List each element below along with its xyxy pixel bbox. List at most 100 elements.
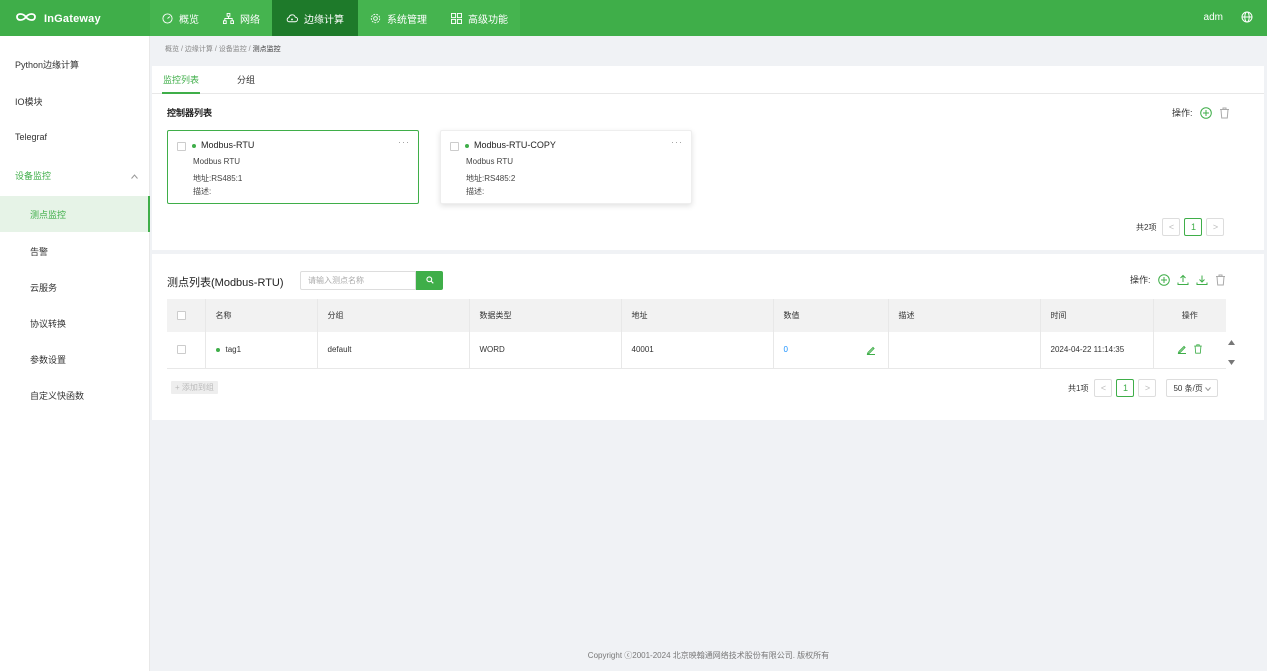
status-dot — [465, 144, 469, 148]
col-actions: 操作 — [1181, 311, 1198, 320]
user-menu[interactable]: adm — [1204, 12, 1223, 23]
select-all-cell — [167, 299, 206, 332]
points-table: 名称 分组 数据类型 地址 数值 描述 时间 操作 tag1 default W… — [167, 299, 1226, 369]
col-value[interactable]: 数值 — [773, 299, 889, 332]
next-page-button[interactable]: > — [1206, 218, 1225, 236]
prev-page-button[interactable]: < — [1162, 218, 1181, 236]
card-checkbox[interactable] — [450, 142, 459, 151]
tab-group[interactable]: 分组 — [237, 66, 255, 94]
card-name: Modbus-RTU — [201, 140, 255, 150]
scroll-down-icon[interactable] — [1228, 357, 1235, 367]
table-row: tag1 default WORD 40001 0 2024-04-22 11:… — [167, 332, 1226, 368]
page-1-button[interactable]: 1 — [1184, 218, 1203, 236]
status-dot — [215, 348, 220, 353]
cell-name: tag1 — [205, 332, 318, 368]
sidebar: Python边缘计算 IO模块 Telegraf 设备监控 测点监控 告警 云服… — [0, 36, 150, 671]
row-checkbox[interactable] — [177, 345, 186, 355]
point-search-input[interactable]: 请输入测点名称 — [300, 271, 416, 290]
card-address: 地址:RS485:2 — [466, 174, 516, 183]
sidebar-item-python[interactable]: Python边缘计算 — [0, 46, 150, 82]
cell-value: 0 — [773, 332, 889, 368]
globe-icon[interactable] — [1241, 11, 1253, 25]
breadcrumb-edge[interactable]: 边缘计算 — [185, 46, 213, 53]
col-description[interactable]: 描述 — [888, 299, 1041, 332]
gauge-icon — [162, 12, 173, 24]
controller-pager: 共2项 < 1 > — [1136, 218, 1225, 236]
add-to-group-button[interactable]: + 添加到组 — [171, 381, 218, 394]
nav-overview[interactable]: 概览 — [150, 0, 211, 36]
breadcrumb-sep: / — [214, 46, 217, 53]
delete-icon[interactable] — [1193, 344, 1203, 356]
sidebar-item-io[interactable]: IO模块 — [0, 83, 150, 119]
nav-network[interactable]: 网络 — [211, 0, 272, 36]
page-size-select[interactable]: 50 条/页 — [1166, 379, 1218, 397]
card-name: Modbus-RTU-COPY — [474, 140, 556, 150]
point-value-link[interactable]: 0 — [784, 345, 788, 354]
nav-edge-computing[interactable]: 边缘计算 — [272, 0, 358, 36]
points-list-title: 测点列表(Modbus-RTU) — [167, 277, 284, 289]
points-total: 共1项 — [1068, 383, 1089, 393]
cell-address: 40001 — [621, 332, 774, 368]
upload-icon[interactable] — [1177, 274, 1189, 286]
status-dot — [192, 144, 196, 148]
points-ops: 操作: — [1130, 273, 1226, 286]
search-button[interactable] — [416, 271, 443, 290]
prev-page-button[interactable]: < — [1094, 379, 1113, 397]
col-data-type[interactable]: 数据类型 — [469, 299, 622, 332]
sidebar-group-device-monitor[interactable]: 设备监控 — [0, 157, 150, 193]
breadcrumb-sep: / — [248, 46, 251, 53]
download-icon[interactable] — [1196, 274, 1208, 286]
tab-monitor-list[interactable]: 监控列表 — [162, 66, 201, 94]
col-time[interactable]: 时间 — [1040, 299, 1154, 332]
card-address: 地址:RS485:1 — [193, 174, 243, 183]
sidebar-item-custom-functions[interactable]: 自定义快函数 — [0, 377, 150, 413]
edit-value-icon[interactable] — [866, 345, 876, 357]
controller-ops-label: 操作: — [1172, 108, 1193, 118]
sidebar-item-telegraf[interactable]: Telegraf — [0, 119, 150, 155]
brand-logo[interactable]: InGateway — [14, 9, 134, 29]
next-page-button[interactable]: > — [1138, 379, 1157, 397]
tab-bar: 监控列表 分组 — [152, 66, 1264, 94]
breadcrumb-sep: / — [180, 46, 183, 53]
controller-list-title: 控制器列表 — [167, 108, 213, 118]
trash-icon[interactable] — [1219, 107, 1230, 119]
breadcrumb-overview[interactable]: 概览 — [165, 46, 179, 53]
controller-card[interactable]: Modbus-RTU-COPY ··· Modbus RTU 地址:RS485:… — [440, 130, 692, 204]
col-name[interactable]: 名称 — [205, 299, 318, 332]
card-description: 描述: — [466, 187, 485, 196]
add-circle-icon[interactable] — [1157, 273, 1170, 286]
breadcrumb-device-monitor[interactable]: 设备监控 — [219, 46, 247, 53]
chevron-down-icon — [1204, 384, 1211, 393]
nav-system-management[interactable]: 系统管理 — [358, 0, 439, 36]
more-icon[interactable]: ··· — [398, 137, 410, 147]
nav-edge-computing-label: 边缘计算 — [304, 14, 344, 26]
add-circle-icon[interactable] — [1199, 106, 1212, 119]
trash-icon[interactable] — [1215, 274, 1226, 286]
table-scrollbar[interactable] — [1226, 332, 1238, 368]
nav-overview-label: 概览 — [179, 14, 199, 26]
sidebar-item-protocol-conversion[interactable]: 协议转换 — [0, 305, 150, 341]
select-all-checkbox[interactable] — [177, 311, 186, 321]
card-checkbox[interactable] — [177, 142, 186, 151]
card-description: 描述: — [193, 187, 212, 196]
cloud-icon — [286, 13, 298, 24]
footer-copyright: Copyright ⓒ2001-2024 北京映翰通网络技术股份有限公司. 版权… — [587, 651, 830, 660]
sidebar-item-cloud-service[interactable]: 云服务 — [0, 269, 150, 305]
grid-icon — [451, 12, 462, 24]
scroll-up-icon[interactable] — [1228, 337, 1235, 347]
col-group[interactable]: 分组 — [317, 299, 470, 332]
col-address[interactable]: 地址 — [621, 299, 774, 332]
table-header-row: 名称 分组 数据类型 地址 数值 描述 时间 操作 — [167, 299, 1226, 332]
cell-description — [888, 332, 1041, 368]
main-nav: 概览 网络 边缘计算 系统管理 高级功能 — [150, 0, 520, 36]
more-icon[interactable]: ··· — [671, 137, 683, 147]
page-1-button[interactable]: 1 — [1116, 379, 1135, 397]
sidebar-item-alarm[interactable]: 告警 — [0, 233, 150, 269]
sidebar-item-parameters[interactable]: 参数设置 — [0, 341, 150, 377]
sidebar-item-point-monitor[interactable]: 测点监控 — [0, 196, 150, 232]
nav-advanced[interactable]: 高级功能 — [439, 0, 520, 36]
card-protocol: Modbus RTU — [466, 157, 513, 166]
controller-card[interactable]: Modbus-RTU ··· Modbus RTU 地址:RS485:1 描述: — [167, 130, 419, 204]
top-bar: InGateway 概览 网络 边缘计算 系统管理 高级功能 adm — [0, 0, 1267, 36]
edit-icon[interactable] — [1177, 344, 1187, 356]
